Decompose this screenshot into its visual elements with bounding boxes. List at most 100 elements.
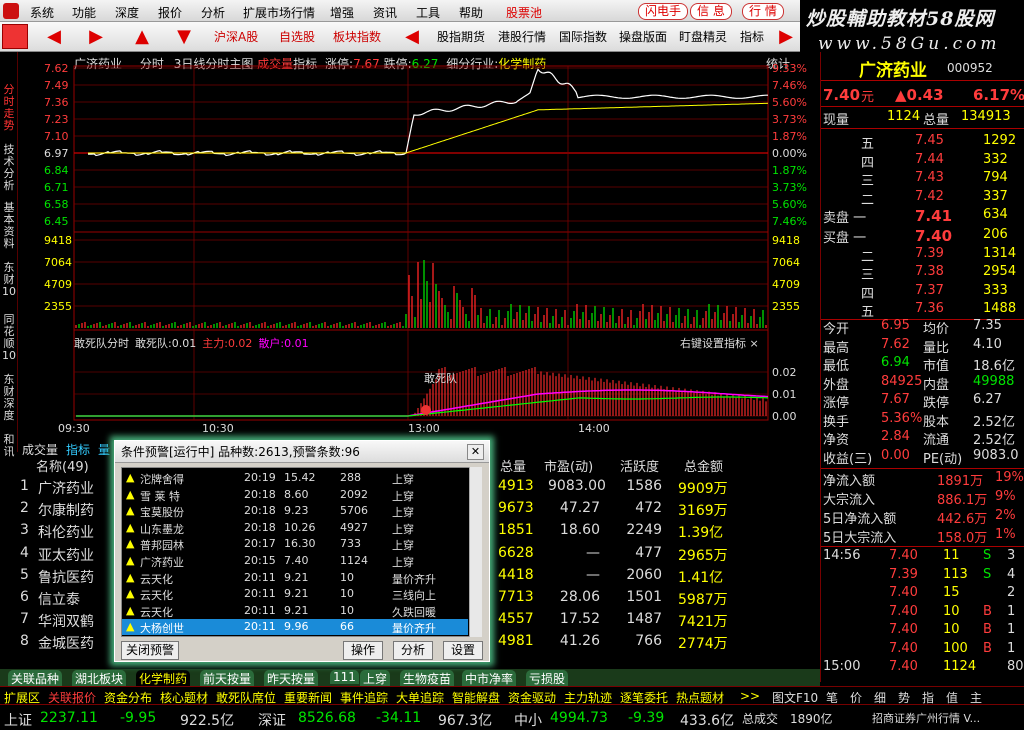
menu-system[interactable]: 系统 <box>30 4 54 21</box>
tick-row: 7.40 15 2 <box>823 584 1023 602</box>
sector-tab[interactable]: 111 <box>330 670 359 684</box>
arrow-up-icon[interactable]: ▲ <box>128 24 156 49</box>
sector-tab[interactable]: 关联品种 <box>8 670 63 687</box>
vol-tick-right: 4709 <box>772 278 800 291</box>
row-total: 4418 <box>498 566 534 583</box>
menu-depth[interactable]: 深度 <box>115 4 139 21</box>
row-name[interactable]: 鲁抗医药 <box>38 567 94 587</box>
tick-side: B <box>983 622 992 637</box>
flow-value: 1891万 <box>937 474 984 489</box>
alert-row[interactable]: ▲ 宝莫股份 20:18 9.23 5706 上穿 <box>122 503 468 519</box>
func-item[interactable]: >> <box>740 689 760 703</box>
menu-analysis[interactable]: 分析 <box>201 4 225 21</box>
price-tick: 7.10 <box>44 130 69 143</box>
vtab-dc10[interactable]: 东财10 <box>2 262 16 298</box>
hdr-active[interactable]: 活跃度 <box>620 456 659 475</box>
menu-quote[interactable]: 报价 <box>158 4 182 21</box>
menu-ext-market[interactable]: 扩展市场行情 <box>243 4 315 21</box>
tick-volume: 15 <box>943 585 960 600</box>
row-pe: — <box>586 544 600 561</box>
sell-level: 卖盘 一 <box>823 211 867 227</box>
row-name[interactable]: 华润双鹤 <box>38 611 94 631</box>
tb-layout[interactable]: 操盘版面 <box>619 28 667 45</box>
alert-row[interactable]: ▲ 云天化 20:11 9.21 10 三线向上 <box>122 586 468 602</box>
intraday-chart[interactable]: 广济药业 分时 3日线分时主图 成交量指标 涨停:7.67 跌停:6.27 细分… <box>18 52 807 440</box>
alert-row[interactable]: ▲ 云天化 20:11 9.21 10 量价齐升 <box>122 570 468 586</box>
hdr-total[interactable]: 总量 <box>500 456 526 475</box>
alert-price: 7.40 <box>284 554 309 567</box>
arrow-right2-icon[interactable]: ▶ <box>772 24 800 49</box>
close-icon[interactable]: ✕ <box>467 444 484 460</box>
tb-indicator[interactable]: 指标 <box>740 28 764 45</box>
sector-tab[interactable]: 生物疫苗 <box>400 670 455 687</box>
row-name[interactable]: 科伦药业 <box>38 522 94 542</box>
tb-watchlist[interactable]: 自选股 <box>279 28 315 45</box>
vtab-fund[interactable]: 基本资料 <box>2 202 16 250</box>
arrow-down-icon[interactable]: ▼ <box>170 24 198 49</box>
vtab-dcdepth[interactable]: 东财深度 <box>2 374 16 422</box>
menu-help[interactable]: 帮助 <box>459 4 483 21</box>
sell-level: 四 <box>861 155 875 171</box>
menu-tools[interactable]: 工具 <box>416 4 440 21</box>
menu-function[interactable]: 功能 <box>72 4 96 21</box>
dare-squad-icon <box>421 405 431 415</box>
row-name[interactable]: 亚太药业 <box>38 545 94 565</box>
row-total: 1851 <box>498 522 534 539</box>
alert-row[interactable]: ▲ 雪 莱 特 20:18 8.60 2092 上穿 <box>122 487 468 503</box>
close-alert-button[interactable]: 关闭预警 <box>121 641 179 660</box>
tb-intl-index[interactable]: 国际指数 <box>559 28 607 45</box>
stat-value-b: 2.52亿 <box>973 433 1015 448</box>
row-total: 6628 <box>498 544 534 561</box>
alert-list[interactable]: ▲ 沱牌舍得 20:19 15.42 288 上穿 ▲ 雪 莱 特 20:18 8.60 2092 上… <box>121 467 477 637</box>
alert-row[interactable]: ▲ 沱牌舍得 20:19 15.42 288 上穿 <box>122 470 468 486</box>
sector-tab[interactable]: 前天按量 <box>200 670 255 687</box>
alert-row[interactable]: ▲ 大杨创世 20:11 9.96 66 量价齐升 <box>122 619 468 636</box>
alert-row[interactable]: ▲ 云天化 20:11 9.21 10 久跌回暖 <box>122 603 468 619</box>
row-name[interactable]: 广济药业 <box>38 478 94 498</box>
hdr-amount[interactable]: 总金额 <box>684 456 723 475</box>
sector-tab[interactable]: 亏损股 <box>526 670 569 687</box>
brand-line1: 炒股輔助教材58股网 <box>806 8 995 30</box>
sector-tab[interactable]: 昨天按量 <box>264 670 319 687</box>
sector-tab[interactable]: 湖北板块 <box>72 670 127 687</box>
tb-shhz-a[interactable]: 沪深A股 <box>214 28 258 45</box>
market-button[interactable]: 行 情 <box>742 3 784 20</box>
tb-sector-index[interactable]: 板块指数 <box>333 28 381 45</box>
stat-value-b: 6.27 <box>973 392 1002 407</box>
row-name[interactable]: 信立泰 <box>38 589 80 609</box>
row-name[interactable]: 金城医药 <box>38 633 94 653</box>
row-name[interactable]: 尔康制药 <box>38 500 94 520</box>
menu-stock-pool[interactable]: 股票池 <box>506 4 542 21</box>
alert-row[interactable]: ▲ 广济药业 20:15 7.40 1124 上穿 <box>122 553 468 569</box>
sector-tab[interactable]: 上穿 <box>360 670 391 687</box>
tb-hk[interactable]: 港股行情 <box>498 28 546 45</box>
operate-button[interactable]: 操作 <box>343 641 383 660</box>
info-button[interactable]: 信 息 <box>690 3 732 20</box>
menu-enhance[interactable]: 增强 <box>330 4 354 21</box>
home-icon[interactable] <box>2 24 28 49</box>
alert-scrollbar[interactable] <box>469 467 482 637</box>
arrow-left2-icon[interactable]: ◀ <box>398 24 426 49</box>
arrow-left-icon[interactable]: ◀ <box>40 24 68 49</box>
hdr-pe[interactable]: 市盈(动) <box>544 456 593 475</box>
hdr-name[interactable]: 名称(49) <box>36 456 89 475</box>
quote-volume-row: 现量 1124 总量 134913 <box>823 108 1023 128</box>
indicator-settings[interactable]: 右键设置指标 × <box>680 335 759 351</box>
analyze-button[interactable]: 分析 <box>393 641 433 660</box>
vtab-hexun[interactable]: 和讯 <box>2 434 16 458</box>
menu-info[interactable]: 资讯 <box>373 4 397 21</box>
alert-row[interactable]: ▲ 普邦园林 20:17 16.30 733 上穿 <box>122 536 468 552</box>
settings-button[interactable]: 设置 <box>443 641 483 660</box>
flash-button[interactable]: 闪电手 <box>638 3 689 20</box>
stat-row: 换手 5.36% 股本 2.52亿 <box>823 410 1023 430</box>
tb-futures[interactable]: 股指期货 <box>437 28 485 45</box>
vtab-intraday[interactable]: 分时走势 <box>2 84 16 132</box>
alert-row[interactable]: ▲ 山东墨龙 20:18 10.26 4927 上穿 <box>122 520 468 536</box>
vtab-tech[interactable]: 技术分析 <box>2 144 16 192</box>
arrow-right-icon[interactable]: ▶ <box>82 24 110 49</box>
alert-volume: 10 <box>340 603 354 617</box>
sector-tab[interactable]: 化学制药 <box>136 670 191 687</box>
sector-tab[interactable]: 中市净率 <box>462 670 517 687</box>
vtab-ths10[interactable]: 同花顺10 <box>2 314 16 362</box>
tb-monitor[interactable]: 盯盘精灵 <box>679 28 727 45</box>
